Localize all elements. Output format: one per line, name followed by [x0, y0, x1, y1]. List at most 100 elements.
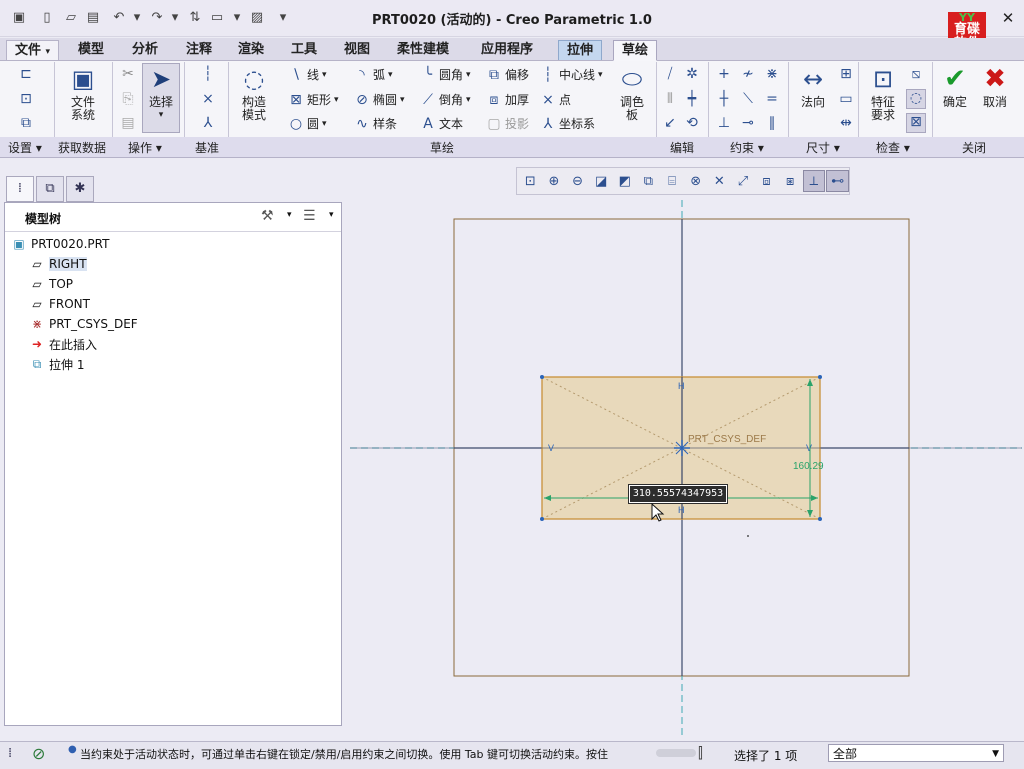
horizontal-constraint-icon[interactable]: ┼	[716, 91, 732, 107]
coord-sys-tool[interactable]: ⅄ 坐标系	[540, 115, 595, 132]
constraint-display-icon[interactable]: ⟂	[802, 170, 826, 192]
point-datum-icon[interactable]: ×	[200, 91, 216, 107]
highlight-open-ends-icon[interactable]: ◌	[906, 89, 926, 109]
line-tool[interactable]: ∖ 线 ▾	[288, 66, 327, 83]
tab-sketch[interactable]: 草绘	[613, 40, 658, 61]
rotate-resize-icon[interactable]: ⟲	[684, 115, 700, 131]
group-setup[interactable]: 设置 ▾	[8, 139, 42, 156]
group-operations[interactable]: 操作 ▾	[128, 139, 162, 156]
chamfer-tool[interactable]: ⟋ 倒角 ▾	[420, 91, 470, 108]
coincident-constraint-icon[interactable]: ⊸	[740, 115, 756, 131]
cancel-button[interactable]: ✖ 取消	[978, 64, 1012, 109]
perpendicular-constraint-icon[interactable]: ⊥	[716, 115, 732, 131]
sketch-canvas[interactable]: PRT_CSYS_DEF H H V V 160.29	[342, 200, 1024, 738]
zoom-out-icon[interactable]: ⊖	[566, 170, 589, 192]
tab-applications[interactable]: 应用程序	[473, 40, 541, 59]
sketch-setup-icon[interactable]: ⊏	[18, 66, 34, 82]
group-inspect[interactable]: 检查 ▾	[876, 139, 910, 156]
centerline-tool[interactable]: ┆ 中心线 ▾	[540, 66, 603, 83]
display-style-icon[interactable]: ◩	[614, 170, 637, 192]
datum-display-icon[interactable]: ⊗	[684, 170, 707, 192]
graphics-toggle-icon[interactable]: ⊘	[32, 744, 45, 763]
saved-views-icon[interactable]: ⧉	[637, 170, 660, 192]
tangent-constraint-icon[interactable]: ≁	[740, 66, 756, 82]
equal-constraint-icon[interactable]: =	[764, 91, 780, 107]
tab-flexible-modeling[interactable]: 柔性建模	[389, 40, 457, 59]
corner-icon[interactable]: ↙	[662, 115, 678, 131]
tab-tools[interactable]: 工具	[283, 40, 325, 59]
centerline-datum-icon[interactable]: ┆	[200, 66, 216, 82]
vertex-display-icon[interactable]: ⊷	[826, 170, 849, 192]
delete-segment-icon[interactable]: ✲	[684, 66, 700, 82]
point-tool[interactable]: × 点	[540, 91, 571, 108]
cut-icon[interactable]: ✂	[120, 66, 136, 82]
palette-button[interactable]: ⬭ 调色 板	[612, 64, 652, 122]
tree-item-right[interactable]: ⏥ RIGHT	[29, 255, 87, 273]
perimeter-dimension-icon[interactable]: ⊞	[838, 66, 854, 82]
file-menu-tab[interactable]: 文件 ▾	[6, 40, 60, 60]
project-tool[interactable]: ▢ 投影	[486, 115, 529, 132]
tree-item-front[interactable]: ⏥ FRONT	[29, 295, 90, 313]
dimension-display-icon[interactable]: ⧆	[779, 170, 802, 192]
show-icon[interactable]: ☰	[303, 208, 316, 224]
refit-icon[interactable]: ⊡	[519, 170, 542, 192]
csys-datum-icon[interactable]: ⅄	[200, 115, 216, 131]
tab-extrude[interactable]: 拉伸	[558, 40, 603, 60]
tree-item-part[interactable]: ▣ PRT0020.PRT	[11, 235, 109, 253]
fillet-tool[interactable]: ╰ 圆角 ▾	[420, 66, 471, 83]
ellipse-tool[interactable]: ⊘ 椭圆 ▾	[354, 91, 404, 108]
tree-item-top[interactable]: ⏥ TOP	[29, 275, 73, 293]
sketch-view-icon[interactable]: ⧉	[18, 115, 34, 131]
arc-tool[interactable]: ◝ 弧 ▾	[354, 66, 392, 83]
reference-icon[interactable]: ⊡	[18, 91, 34, 107]
group-dimension[interactable]: 尺寸 ▾	[806, 139, 840, 156]
find-icon[interactable]: ⫿	[698, 744, 703, 762]
thicken-tool[interactable]: ⧈ 加厚	[486, 91, 529, 108]
reference-dimension-icon[interactable]: ▭	[838, 91, 854, 107]
group-constrain[interactable]: 约束 ▾	[730, 139, 764, 156]
chevron-down-icon[interactable]: ▾	[329, 210, 334, 220]
chevron-down-icon[interactable]: ▾	[287, 210, 292, 220]
tree-settings-icon[interactable]: ⚒	[261, 208, 274, 224]
model-tree-tab-icon[interactable]: ⁞	[6, 176, 34, 202]
tab-annotate[interactable]: 注释	[178, 40, 220, 59]
text-tool[interactable]: A 文本	[420, 115, 463, 132]
offset-tool[interactable]: ⧉ 偏移	[486, 66, 529, 83]
folder-browser-tab-icon[interactable]: ⧉	[36, 176, 64, 202]
symmetric-constraint-icon[interactable]: ⋇	[764, 66, 780, 82]
rectangle-tool[interactable]: ⊠ 矩形 ▾	[288, 91, 338, 108]
ok-button[interactable]: ✔ 确定	[938, 64, 972, 109]
modify-icon[interactable]: ⧸	[662, 66, 678, 82]
vertical-constraint-icon[interactable]: +	[716, 66, 732, 82]
tab-analysis[interactable]: 分析	[124, 40, 166, 59]
width-dimension-input[interactable]: 310.55574347953	[629, 485, 727, 503]
annotation-display-icon[interactable]: ⤢	[732, 170, 755, 192]
divide-icon[interactable]: ┿	[684, 91, 700, 107]
selection-filter-dropdown[interactable]: 全部 ▼	[828, 744, 1004, 762]
tree-item-insert-here[interactable]: ➜ 在此插入	[29, 335, 97, 353]
overlapping-geometry-icon[interactable]: ⧅	[908, 66, 924, 82]
favorites-tab-icon[interactable]: ✱	[66, 176, 94, 202]
normal-dimension-button[interactable]: ↔ 法向	[794, 64, 832, 109]
spline-tool[interactable]: ∿ 样条	[354, 115, 397, 132]
zoom-in-icon[interactable]: ⊕	[543, 170, 566, 192]
feature-requirements-button[interactable]: ⊡ 特征 要求	[864, 64, 902, 122]
tab-model[interactable]: 模型	[70, 40, 112, 59]
copy-icon[interactable]: ⎘	[120, 91, 136, 107]
paste-icon[interactable]: ▤	[120, 115, 136, 131]
sketch-view-icon[interactable]: ⧈	[755, 170, 778, 192]
select-button[interactable]: ➤ 选择 ▾	[142, 63, 180, 133]
spin-center-icon[interactable]: ✕	[708, 170, 731, 192]
parallel-constraint-icon[interactable]: ∥	[764, 115, 780, 131]
midpoint-constraint-icon[interactable]: ⟍	[740, 91, 756, 107]
file-system-button[interactable]: ▣ 文件 系统	[62, 64, 104, 122]
mirror-icon[interactable]: ⫴	[662, 91, 678, 107]
circle-tool[interactable]: ○ 圆 ▾	[288, 115, 327, 132]
view-manager-icon[interactable]: ⌸	[661, 170, 684, 192]
close-window-button[interactable]: ✕	[996, 8, 1020, 28]
tab-render[interactable]: 渲染	[230, 40, 272, 59]
tree-item-extrude[interactable]: ⧉ 拉伸 1	[29, 355, 85, 373]
baseline-dimension-icon[interactable]: ⇹	[838, 115, 854, 131]
construction-mode-button[interactable]: ◌ 构造 模式	[234, 64, 274, 122]
tree-toggle-icon[interactable]: ⁞	[8, 746, 12, 761]
